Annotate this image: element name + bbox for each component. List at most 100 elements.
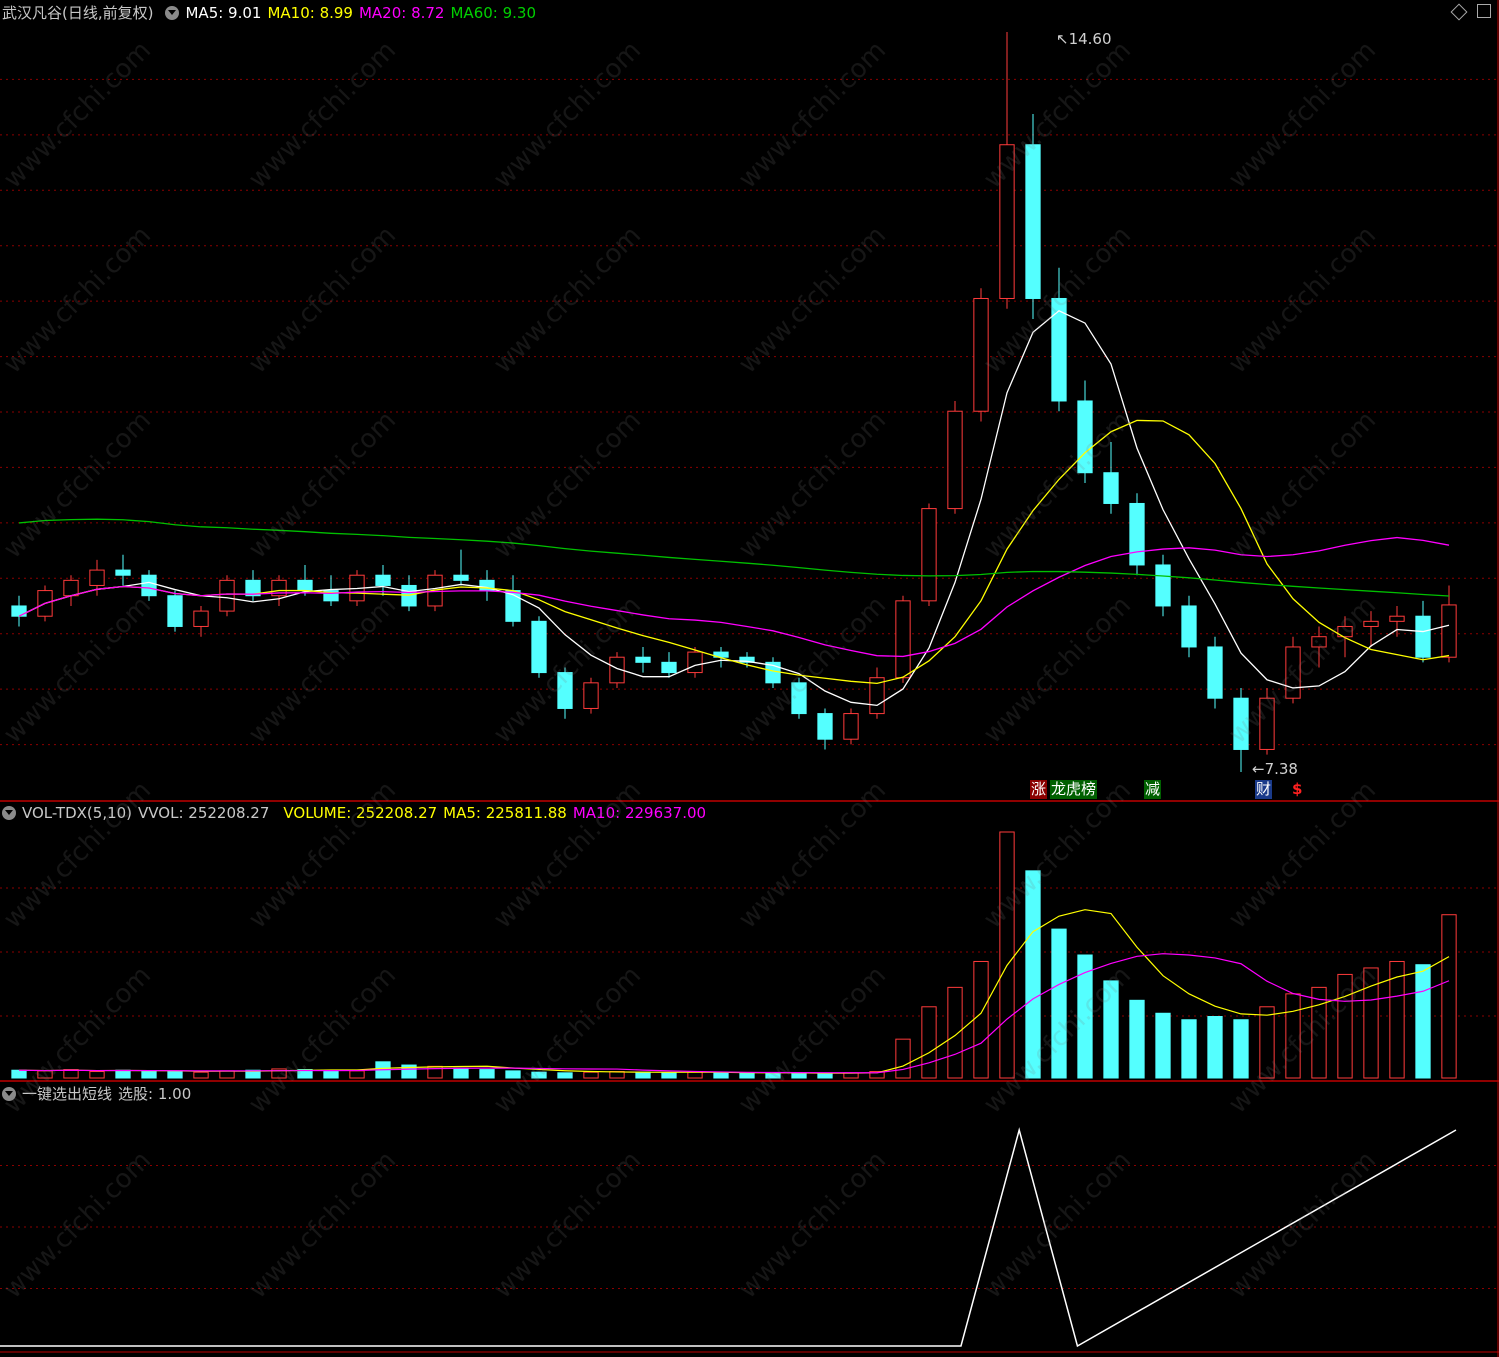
candle-body — [1389, 615, 1405, 622]
candle-body — [1077, 400, 1093, 474]
volume-bar — [1337, 973, 1353, 1079]
volume-bar — [1259, 1006, 1275, 1079]
volume-bar — [167, 1071, 183, 1079]
low-price-label: 7.38 — [1264, 760, 1298, 778]
volume-bar — [661, 1072, 677, 1079]
volume-bar — [505, 1070, 521, 1079]
volume-bar — [115, 1069, 131, 1079]
candle-body — [817, 713, 833, 740]
volume-bar — [1051, 928, 1067, 1079]
stock-title[interactable]: 武汉凡谷(日线,前复权) — [2, 4, 153, 22]
vol-ma10-value: MA10: 229637.00 — [572, 804, 707, 822]
volume-toggle-icon[interactable] — [2, 806, 16, 820]
signal-toggle-icon[interactable] — [2, 1087, 16, 1101]
volume-bar — [583, 1071, 599, 1079]
volume-bar — [89, 1071, 105, 1079]
candle-body — [219, 579, 235, 612]
tag-finance[interactable]: 财 — [1255, 780, 1273, 799]
signal-line — [0, 1127, 1457, 1348]
volume-bar — [1155, 1012, 1171, 1079]
candle-body — [115, 569, 131, 576]
tag-rise[interactable]: 涨 — [1030, 780, 1048, 799]
ma20-value: MA20: 8.72 — [358, 4, 445, 22]
candle-body — [1311, 636, 1327, 648]
candle-body — [687, 651, 703, 674]
candle-body — [843, 713, 859, 740]
candle-body — [1259, 697, 1275, 750]
volume-value: VOLUME: 252208.27 — [283, 804, 438, 822]
volume-bar — [193, 1071, 209, 1079]
main-indicator-toggle-icon[interactable] — [165, 6, 180, 20]
tag-reduce[interactable]: 减 — [1144, 780, 1162, 799]
ma10-line — [18, 419, 1450, 684]
candle-body — [1129, 502, 1145, 566]
volume-bar — [349, 1070, 365, 1079]
volume-bar — [1441, 914, 1457, 1079]
candle-body — [1181, 605, 1197, 648]
low-price-marker: ←7.38 — [1252, 760, 1298, 778]
candle-body — [635, 656, 651, 663]
candle-body — [297, 579, 313, 592]
signal-value: 选股: 1.00 — [118, 1085, 192, 1103]
candle-body — [1441, 604, 1457, 658]
volume-bar — [1077, 954, 1093, 1079]
volume-bar — [479, 1069, 495, 1079]
volume-bar — [713, 1072, 729, 1079]
volume-bar — [973, 960, 989, 1079]
candle-body — [921, 508, 937, 602]
window-box-icon[interactable] — [1477, 4, 1491, 18]
candle-body — [193, 610, 209, 627]
candle-body — [1155, 564, 1171, 607]
volume-bar — [1025, 870, 1041, 1079]
candle-body — [11, 605, 27, 617]
volume-bar — [1181, 1019, 1197, 1079]
vol-indicator-title[interactable]: VOL-TDX(5,10) — [22, 804, 132, 822]
volume-bar — [219, 1070, 235, 1079]
volume-bar — [687, 1071, 703, 1079]
tag-dollar[interactable]: $ — [1291, 780, 1303, 799]
signal-header: 一键选出短线 选股: 1.00 — [0, 1083, 197, 1105]
candle-body — [947, 410, 963, 510]
volume-bar — [323, 1069, 339, 1079]
candle-body — [141, 574, 157, 597]
candle-body — [453, 574, 469, 581]
ma5-line — [18, 310, 1450, 707]
candle-body — [1285, 646, 1301, 699]
volume-bar — [453, 1067, 469, 1079]
candle-body — [1207, 646, 1223, 699]
ma5-value: MA5: 9.01 — [185, 4, 262, 22]
volume-bar — [37, 1070, 53, 1079]
volume-bar — [921, 1006, 937, 1079]
volume-bar — [1129, 999, 1145, 1079]
volume-bar — [999, 831, 1015, 1079]
volume-bar — [531, 1071, 547, 1079]
candle-body — [63, 579, 79, 597]
chart-canvas[interactable] — [0, 0, 1499, 1357]
volume-header: VOL-TDX(5,10) VVOL: 252208.27 VOLUME: 2522… — [0, 802, 712, 824]
candle-body — [1363, 620, 1379, 627]
candle-body — [89, 569, 105, 586]
candle-body — [583, 682, 599, 709]
high-price-marker: ↖14.60 — [1056, 30, 1112, 48]
high-price-label: 14.60 — [1068, 30, 1112, 48]
volume-bar — [947, 986, 963, 1079]
candle-body — [531, 620, 547, 674]
tag-dragon-tiger-rank[interactable]: 龙虎榜 — [1050, 780, 1098, 799]
main-chart-header: 武汉凡谷(日线,前复权) MA5: 9.01 MA10: 8.99 MA20: 8.7… — [0, 2, 542, 24]
vvol-value: VVOL: 252208.27 — [138, 804, 270, 822]
candle-body — [375, 574, 391, 586]
ma60-value: MA60: 9.30 — [450, 4, 536, 22]
candle-body — [661, 661, 677, 674]
signal-indicator-title[interactable]: 一键选出短线 — [22, 1085, 112, 1103]
volume-bar — [791, 1072, 807, 1079]
volume-bar — [765, 1072, 781, 1079]
volume-bar — [635, 1071, 651, 1079]
volume-bar — [817, 1072, 833, 1079]
vol-ma5-value: MA5: 225811.88 — [443, 804, 567, 822]
volume-bar — [1311, 986, 1327, 1079]
candle-body — [791, 682, 807, 715]
volume-bar — [1103, 980, 1119, 1079]
volume-bar — [141, 1070, 157, 1079]
candle-body — [999, 144, 1015, 299]
volume-bar — [895, 1038, 911, 1079]
